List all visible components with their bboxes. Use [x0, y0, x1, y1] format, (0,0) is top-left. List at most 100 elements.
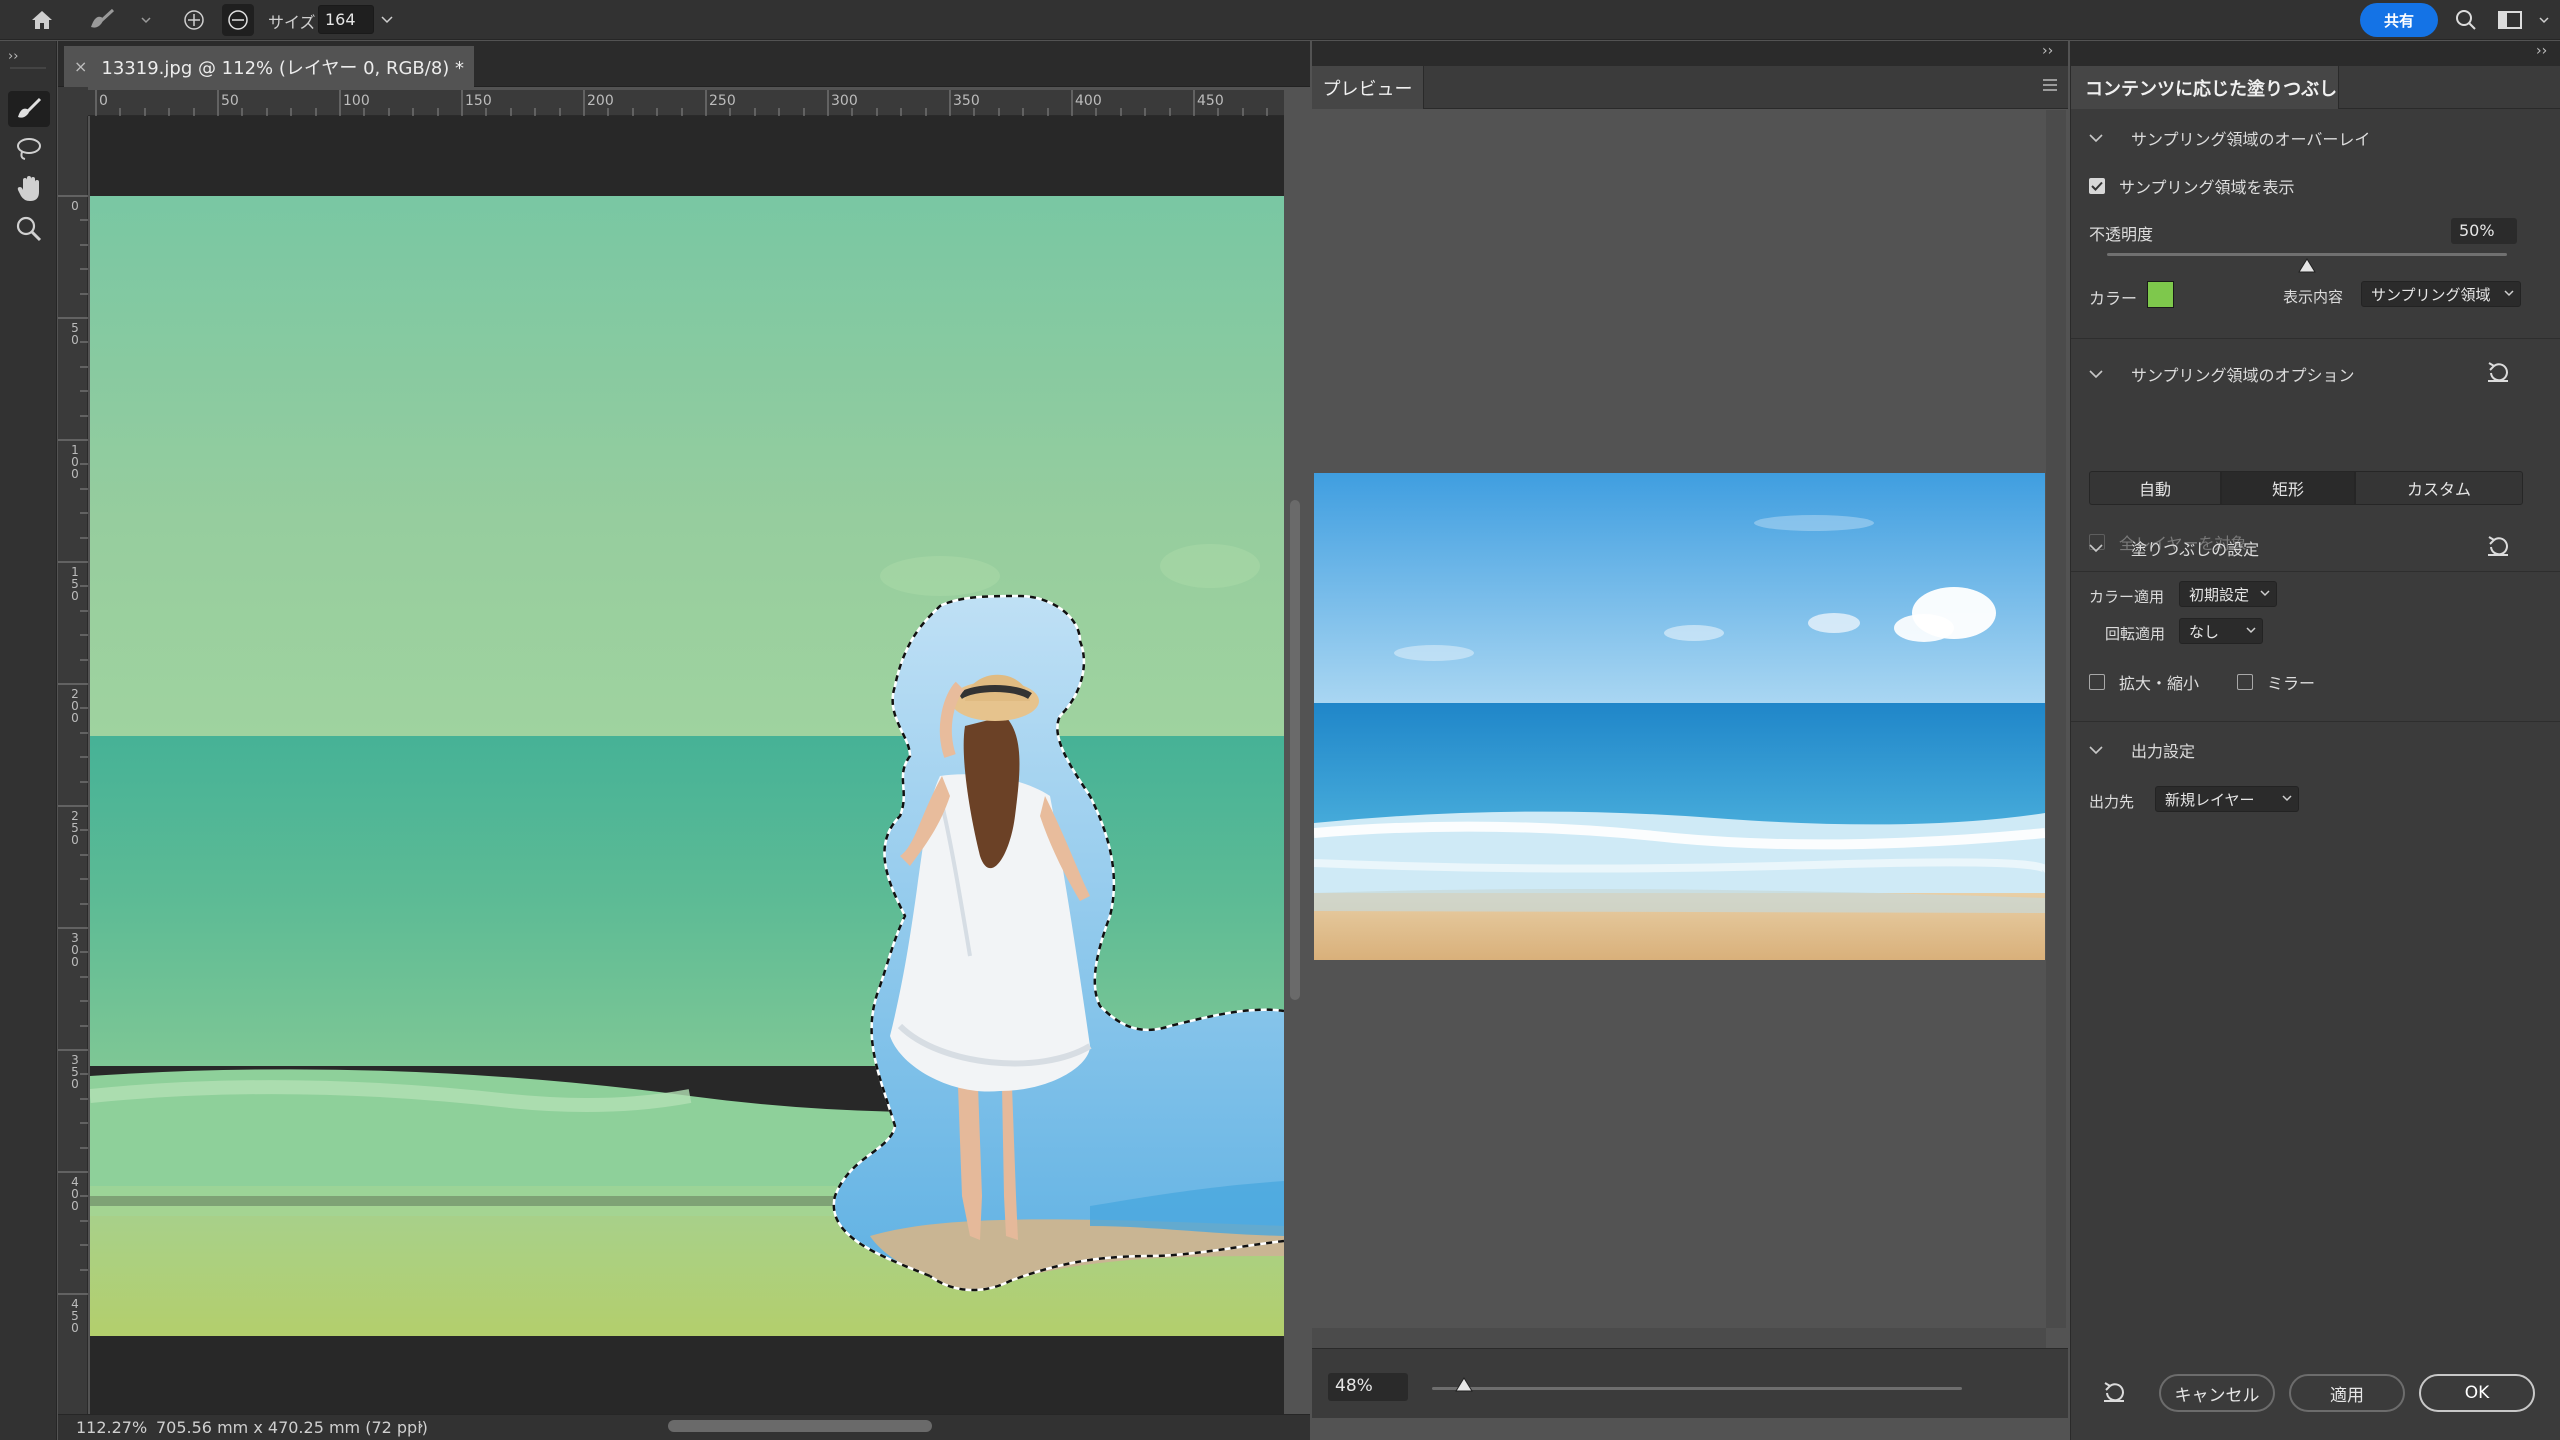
opacity-slider-track[interactable] — [2107, 253, 2507, 256]
collapse-panel-icon[interactable]: ›› — [2536, 43, 2547, 59]
preview-image — [1314, 473, 2045, 960]
chevron-down-icon — [2260, 589, 2270, 597]
tools-panel: ›› — [0, 41, 57, 1440]
section-header-overlay[interactable]: サンプリング領域のオーバーレイ — [2089, 126, 2370, 150]
mirror-label: ミラー — [2267, 674, 2316, 693]
display-dropdown[interactable]: サンプリング領域 — [2361, 281, 2521, 307]
show-sampling-row[interactable]: サンプリング領域を表示 — [2089, 174, 2295, 198]
chevron-down-icon[interactable] — [2089, 369, 2109, 379]
preview-vertical-scrollbar[interactable] — [2046, 110, 2066, 1328]
ruler-label: 0 — [71, 199, 79, 213]
zoom-slider-track[interactable] — [1432, 1387, 1962, 1390]
output-to-value: 新規レイヤー — [2165, 790, 2255, 809]
chevron-down-icon[interactable] — [2528, 4, 2560, 36]
rotation-dropdown[interactable]: なし — [2179, 618, 2263, 644]
mirror-row[interactable]: ミラー — [2237, 670, 2315, 694]
share-button[interactable]: 共有 — [2360, 3, 2438, 37]
ruler-label: 100 — [343, 93, 370, 109]
show-sampling-checkbox[interactable] — [2089, 178, 2105, 194]
apply-button[interactable]: 適用 — [2289, 1374, 2405, 1412]
expand-toolbar-icon[interactable]: ›› — [8, 49, 18, 64]
sampling-custom-button[interactable]: カスタム — [2355, 471, 2523, 505]
section-header-fill[interactable]: 塗りつぶしの設定 — [2089, 536, 2259, 560]
chevron-down-icon[interactable] — [2089, 543, 2109, 553]
ruler-label: 450 — [71, 1297, 79, 1335]
overlay-color-swatch[interactable] — [2147, 281, 2174, 308]
preview-zoom-bar: 48% — [1312, 1348, 2068, 1418]
color-adapt-label: カラー適用 — [2089, 588, 2165, 606]
chevron-down-icon[interactable] — [2089, 133, 2109, 143]
document-canvas[interactable] — [90, 196, 1284, 1336]
ruler-corner — [58, 87, 88, 116]
status-zoom: 112.27% — [76, 1418, 148, 1437]
sampling-auto-button[interactable]: 自動 — [2089, 471, 2221, 505]
cancel-button[interactable]: キャンセル — [2159, 1374, 2275, 1412]
size-input[interactable]: 164 — [318, 5, 374, 34]
chevron-down-icon — [2246, 626, 2256, 634]
canvas-vertical-scrollbar[interactable] — [1290, 500, 1300, 1000]
zoom-input[interactable]: 48% — [1328, 1373, 1408, 1401]
opacity-label: 不透明度 — [2089, 225, 2154, 244]
rotation-value: なし — [2189, 622, 2220, 641]
sampling-brush-tool-icon[interactable] — [8, 91, 50, 127]
search-icon[interactable] — [2450, 4, 2482, 36]
status-document-size: 705.56 mm x 470.25 mm (72 ppi) — [156, 1418, 428, 1437]
ruler-label: 200 — [71, 687, 79, 725]
ruler-label: 150 — [71, 565, 79, 603]
hand-tool-icon[interactable] — [8, 171, 50, 207]
scale-label: 拡大・縮小 — [2119, 674, 2200, 693]
ruler-label: 350 — [71, 1053, 79, 1091]
panel-title-tab[interactable]: コンテンツに応じた塗りつぶし — [2071, 66, 2339, 109]
workspace-icon[interactable] — [2494, 4, 2526, 36]
horizontal-ruler: 0 50 100 150 200 250 300 350 400 450 — [88, 90, 1284, 116]
section-divider — [2071, 571, 2560, 572]
chevron-down-icon[interactable] — [130, 4, 162, 36]
preview-horizontal-scrollbar[interactable] — [1312, 1328, 2046, 1348]
ok-button[interactable]: OK — [2419, 1374, 2535, 1412]
mirror-checkbox[interactable] — [2237, 674, 2253, 690]
section-header-output[interactable]: 出力設定 — [2089, 738, 2195, 762]
size-dropdown-button[interactable] — [376, 5, 398, 34]
ruler-label: 50 — [71, 321, 79, 347]
collapse-panel-icon[interactable]: ›› — [2042, 43, 2053, 59]
preview-panel-header: プレビュー — [1312, 66, 2068, 109]
close-icon[interactable]: × — [74, 57, 87, 76]
preview-panel-top-strip: ›› — [1312, 41, 2068, 66]
chevron-right-icon[interactable]: › — [418, 1418, 424, 1434]
brush-tool-preset-icon[interactable] — [86, 4, 118, 36]
document-tab[interactable]: × 13319.jpg @ 112% (レイヤー 0, RGB/8) * — [64, 46, 474, 87]
rotation-label: 回転適用 — [2105, 625, 2166, 643]
color-adapt-value: 初期設定 — [2189, 585, 2250, 604]
section-title: 出力設定 — [2131, 742, 2196, 761]
reset-fill-settings-icon[interactable] — [2485, 534, 2511, 558]
reset-options-icon[interactable] — [2485, 360, 2511, 384]
content-aware-fill-panel: コンテンツに応じた塗りつぶし サンプリング領域のオーバーレイ サンプリング領域を… — [2070, 66, 2560, 1440]
scale-checkbox[interactable] — [2089, 674, 2105, 690]
subtract-mode-icon[interactable] — [222, 4, 254, 36]
zoom-slider-thumb[interactable] — [1454, 1377, 1474, 1393]
output-to-dropdown[interactable]: 新規レイヤー — [2155, 786, 2299, 812]
opacity-input[interactable]: 50% — [2451, 218, 2517, 244]
reset-all-icon[interactable] — [2101, 1380, 2127, 1404]
section-header-options[interactable]: サンプリング領域のオプション — [2089, 362, 2355, 386]
lasso-tool-icon[interactable] — [8, 131, 50, 167]
ruler-label: 400 — [1075, 93, 1102, 109]
zoom-tool-icon[interactable] — [8, 211, 50, 247]
section-title: 塗りつぶしの設定 — [2131, 540, 2260, 559]
preview-tab[interactable]: プレビュー — [1312, 66, 1424, 109]
canvas-horizontal-scrollbar[interactable] — [668, 1420, 932, 1432]
ruler-label: 250 — [71, 809, 79, 847]
section-divider — [2071, 338, 2560, 339]
display-label: 表示内容 — [2283, 288, 2344, 306]
color-adapt-dropdown[interactable]: 初期設定 — [2179, 581, 2277, 607]
scale-row[interactable]: 拡大・縮小 — [2089, 670, 2199, 694]
opacity-slider-thumb[interactable] — [2297, 258, 2317, 274]
home-icon[interactable] — [26, 4, 58, 36]
sampling-rect-button[interactable]: 矩形 — [2221, 471, 2355, 505]
toolbar-grip — [10, 67, 46, 69]
panel-footer: キャンセル 適用 OK — [2071, 1352, 2560, 1440]
panel-menu-icon[interactable] — [2042, 78, 2058, 92]
section-title: サンプリング領域のオプション — [2131, 366, 2355, 385]
add-mode-icon[interactable] — [178, 4, 210, 36]
chevron-down-icon[interactable] — [2089, 745, 2109, 755]
